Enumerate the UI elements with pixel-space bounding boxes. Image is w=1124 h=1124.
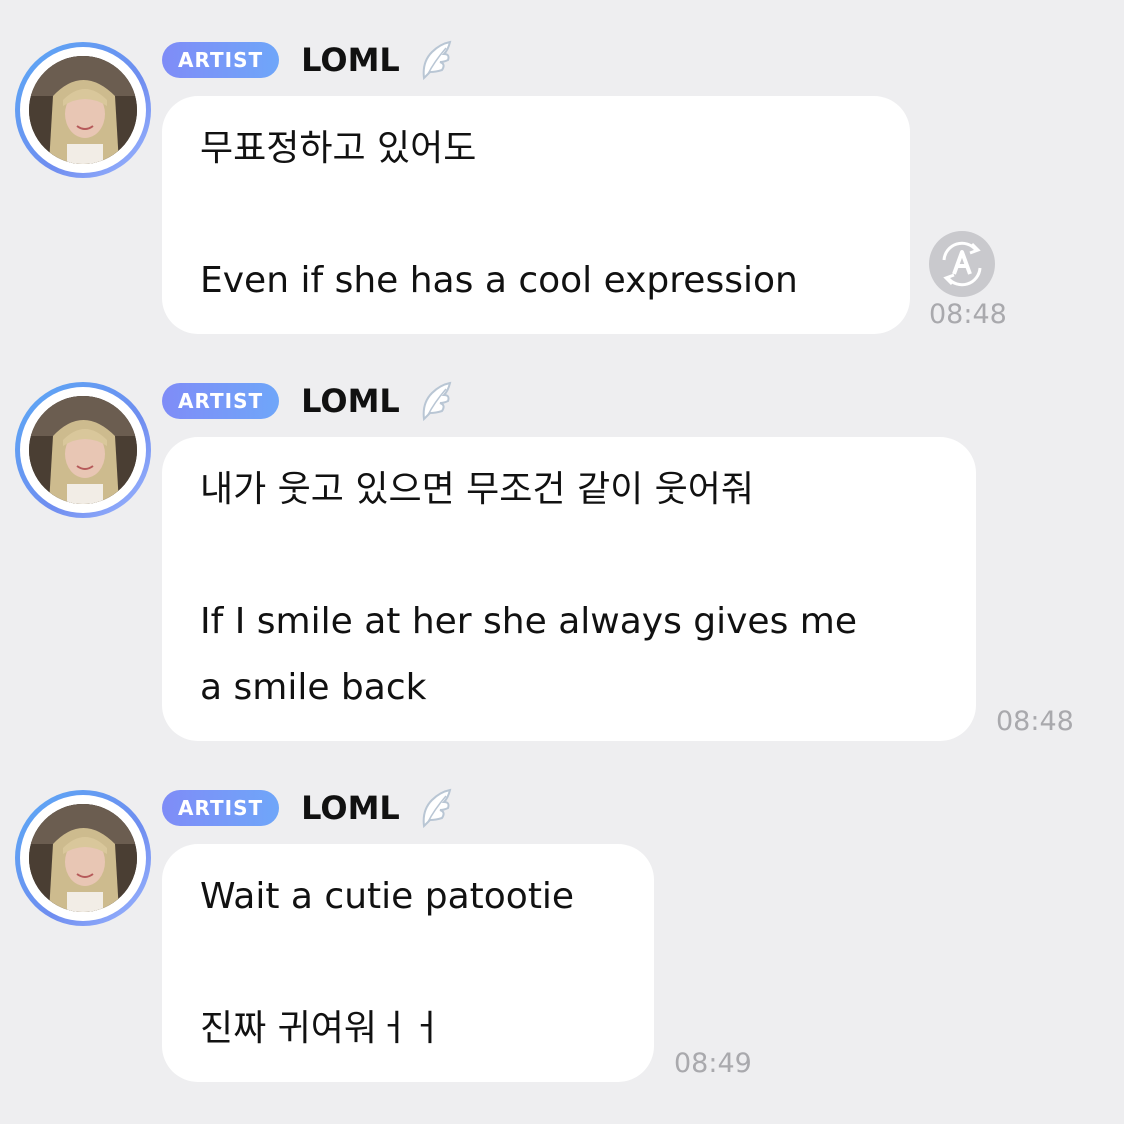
message-text-korean: 진짜 귀여워ㅓㅓ <box>200 1008 444 1049</box>
avatar[interactable] <box>15 790 151 926</box>
avatar[interactable] <box>15 42 151 178</box>
chat-message: ARTIST LOML Wait a cutie patootie 진짜 귀여워… <box>0 748 1124 1088</box>
sender-name[interactable]: LOML <box>301 789 400 827</box>
message-bubble[interactable]: 내가 웃고 있으면 무조건 같이 웃어줘 If I smile at her s… <box>162 437 976 741</box>
avatar[interactable] <box>15 382 151 518</box>
artist-badge: ARTIST <box>162 42 280 78</box>
sender-name[interactable]: LOML <box>301 382 400 420</box>
message-timestamp: 08:49 <box>674 1048 752 1079</box>
wing-icon <box>422 40 452 80</box>
wing-icon <box>422 788 452 828</box>
message-text-english: a smile back <box>200 667 427 708</box>
translate-icon[interactable] <box>928 230 996 298</box>
message-text-english: If I smile at her she always gives me <box>200 601 857 642</box>
message-timestamp: 08:48 <box>929 299 1007 330</box>
chat-message: ARTIST LOML 내가 웃고 있으면 무조건 같이 웃어줘 If I sm… <box>0 340 1124 750</box>
message-bubble[interactable]: 무표정하고 있어도 Even if she has a cool express… <box>162 96 910 334</box>
artist-badge: ARTIST <box>162 383 280 419</box>
message-text-korean: 내가 웃고 있으면 무조건 같이 웃어줘 <box>200 469 755 510</box>
message-text-korean: 무표정하고 있어도 <box>200 128 477 169</box>
artist-badge: ARTIST <box>162 790 280 826</box>
chat-message: ARTIST LOML 무표정하고 있어도 Even if she has a … <box>0 0 1124 340</box>
message-text-english: Wait a cutie patootie <box>200 876 575 917</box>
sender-name[interactable]: LOML <box>301 41 400 79</box>
message-timestamp: 08:48 <box>996 706 1074 737</box>
wing-icon <box>422 381 452 421</box>
message-bubble[interactable]: Wait a cutie patootie 진짜 귀여워ㅓㅓ <box>162 844 654 1082</box>
message-text-english: Even if she has a cool expression <box>200 260 798 301</box>
